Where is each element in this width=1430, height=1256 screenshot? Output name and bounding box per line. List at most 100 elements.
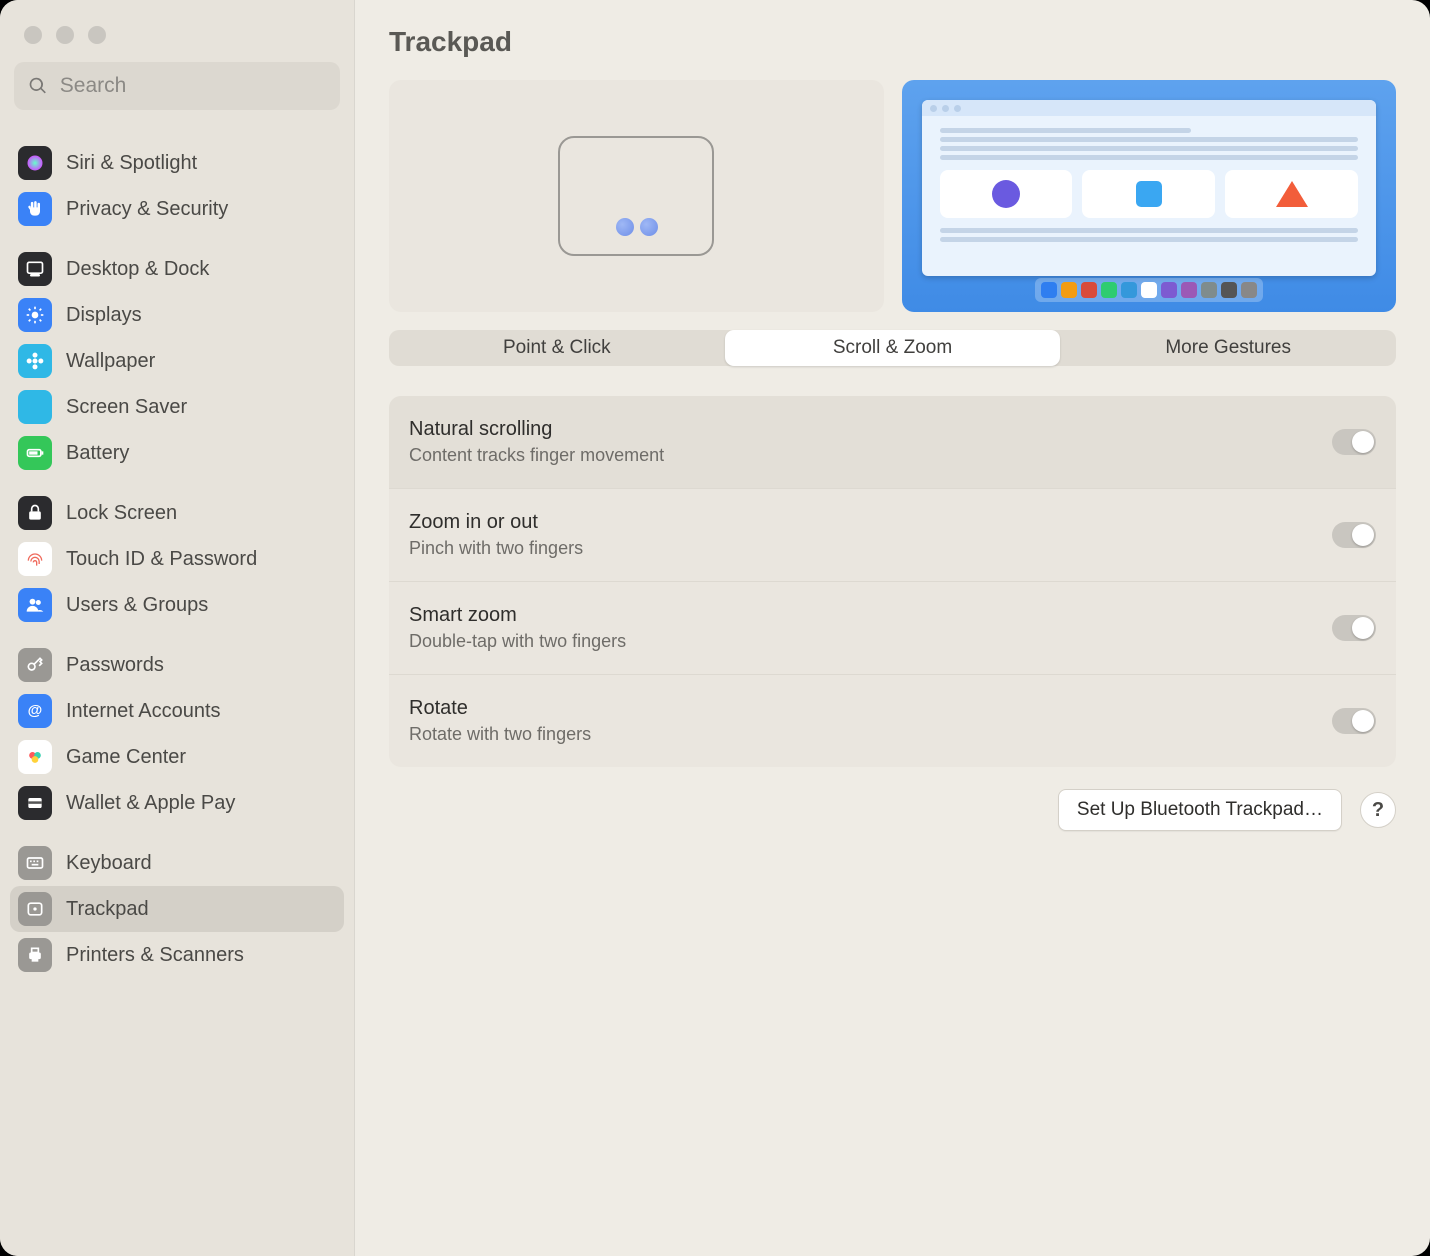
search-field[interactable]: [14, 62, 340, 110]
system-settings-window: Siri & Spotlight Privacy & Security Deskto…: [0, 0, 1430, 1256]
sidebar-item-privacy-security[interactable]: Privacy & Security: [10, 186, 344, 232]
sidebar-item-label: Trackpad: [66, 898, 149, 921]
sidebar-item-wallpaper[interactable]: Wallpaper: [10, 338, 344, 384]
sidebar-item-lock-screen[interactable]: Lock Screen: [10, 490, 344, 536]
square-icon: [1136, 181, 1162, 207]
trackpad-outline-icon: [558, 136, 714, 256]
main-panel: Trackpad: [355, 0, 1430, 1256]
@-icon: @: [18, 694, 52, 728]
tab-bar: Point & ClickScroll & ZoomMore Gestures: [389, 330, 1396, 366]
sidebar: Siri & Spotlight Privacy & Security Deskto…: [0, 0, 355, 1256]
sidebar-item-screen-saver[interactable]: Screen Saver: [10, 384, 344, 430]
sidebar-item-label: Internet Accounts: [66, 700, 221, 723]
setting-title: Smart zoom: [409, 604, 1312, 627]
setting-title: Zoom in or out: [409, 511, 1312, 534]
setting-subtitle: Double-tap with two fingers: [409, 631, 1312, 652]
key-icon: [18, 648, 52, 682]
search-icon: [28, 75, 48, 97]
tab-point-click[interactable]: Point & Click: [389, 330, 725, 366]
setting-row-smart-zoom: Smart zoom Double-tap with two fingers: [389, 582, 1396, 675]
setting-subtitle: Pinch with two fingers: [409, 538, 1312, 559]
dock-app-icon: [1081, 282, 1097, 298]
dock-icon: [18, 252, 52, 286]
finger-icon: [18, 542, 52, 576]
sidebar-item-label: Keyboard: [66, 852, 152, 875]
sun-icon: [18, 298, 52, 332]
dock-app-icon: [1121, 282, 1137, 298]
sidebar-item-label: Desktop & Dock: [66, 258, 209, 281]
moon-icon: [18, 390, 52, 424]
sidebar-item-trackpad[interactable]: Trackpad: [10, 886, 344, 932]
mini-dock-icon: [1035, 278, 1263, 302]
help-button[interactable]: ?: [1360, 792, 1396, 828]
tab-more-gestures[interactable]: More Gestures: [1060, 330, 1396, 366]
lock-icon: [18, 496, 52, 530]
trackpad-icon: [18, 892, 52, 926]
minimize-icon[interactable]: [56, 26, 74, 44]
gc-icon: [18, 740, 52, 774]
setting-subtitle: Content tracks finger movement: [409, 445, 1312, 466]
page-title: Trackpad: [389, 26, 1396, 58]
users-icon: [18, 588, 52, 622]
setting-title: Rotate: [409, 697, 1312, 720]
trackpad-preview: [389, 80, 884, 312]
sidebar-item-label: Wallet & Apple Pay: [66, 792, 235, 815]
settings-list: Natural scrolling Content tracks finger m…: [389, 396, 1396, 767]
sidebar-item-label: Printers & Scanners: [66, 944, 244, 967]
sidebar-item-keyboard[interactable]: Keyboard: [10, 840, 344, 886]
triangle-icon: [1276, 181, 1308, 207]
finger-dot-icon: [616, 218, 634, 236]
sidebar-item-label: Lock Screen: [66, 502, 177, 525]
setting-row-zoom-in-or-out: Zoom in or out Pinch with two fingers: [389, 489, 1396, 582]
setup-bluetooth-trackpad-button[interactable]: Set Up Bluetooth Trackpad…: [1058, 789, 1342, 831]
flower-icon: [18, 344, 52, 378]
sidebar-item-wallet-apple-pay[interactable]: Wallet & Apple Pay: [10, 780, 344, 826]
sidebar-item-printers-scanners[interactable]: Printers & Scanners: [10, 932, 344, 978]
sidebar-item-battery[interactable]: Battery: [10, 430, 344, 476]
close-icon[interactable]: [24, 26, 42, 44]
sidebar-item-game-center[interactable]: Game Center: [10, 734, 344, 780]
sidebar-item-label: Privacy & Security: [66, 198, 228, 221]
toggle-zoom-in-or-out[interactable]: [1332, 522, 1376, 548]
toggle-rotate[interactable]: [1332, 708, 1376, 734]
sidebar-item-users-groups[interactable]: Users & Groups: [10, 582, 344, 628]
zoom-icon[interactable]: [88, 26, 106, 44]
dock-app-icon: [1221, 282, 1237, 298]
sidebar-item-label: Displays: [66, 304, 142, 327]
battery-icon: [18, 436, 52, 470]
sidebar-item-label: Passwords: [66, 654, 164, 677]
setting-row-rotate: Rotate Rotate with two fingers: [389, 675, 1396, 767]
keyboard-icon: [18, 846, 52, 880]
sidebar-item-label: Wallpaper: [66, 350, 155, 373]
svg-text:@: @: [28, 702, 43, 719]
mini-window-icon: [922, 100, 1377, 276]
preview-row: [389, 80, 1396, 312]
toggle-smart-zoom[interactable]: [1332, 615, 1376, 641]
siri-icon: [18, 146, 52, 180]
sidebar-item-desktop-dock[interactable]: Desktop & Dock: [10, 246, 344, 292]
sidebar-item-siri-spotlight[interactable]: Siri & Spotlight: [10, 140, 344, 186]
hand-icon: [18, 192, 52, 226]
window-traffic-lights: [0, 14, 354, 62]
setting-title: Natural scrolling: [409, 418, 1312, 441]
dock-app-icon: [1041, 282, 1057, 298]
dock-app-icon: [1241, 282, 1257, 298]
footer: Set Up Bluetooth Trackpad… ?: [389, 789, 1396, 831]
sidebar-item-touch-id-password[interactable]: Touch ID & Password: [10, 536, 344, 582]
sidebar-item-label: Screen Saver: [66, 396, 187, 419]
sidebar-item-label: Battery: [66, 442, 129, 465]
wallet-icon: [18, 786, 52, 820]
dock-app-icon: [1161, 282, 1177, 298]
sidebar-item-internet-accounts[interactable]: @ Internet Accounts: [10, 688, 344, 734]
circle-icon: [992, 180, 1020, 208]
sidebar-item-label: Siri & Spotlight: [66, 152, 197, 175]
sidebar-item-displays[interactable]: Displays: [10, 292, 344, 338]
dock-app-icon: [1181, 282, 1197, 298]
search-input[interactable]: [58, 73, 326, 99]
tab-scroll-zoom[interactable]: Scroll & Zoom: [725, 330, 1061, 366]
sidebar-item-passwords[interactable]: Passwords: [10, 642, 344, 688]
toggle-natural-scrolling[interactable]: [1332, 429, 1376, 455]
desktop-preview: [902, 80, 1397, 312]
sidebar-item-label: Game Center: [66, 746, 186, 769]
setting-subtitle: Rotate with two fingers: [409, 724, 1312, 745]
